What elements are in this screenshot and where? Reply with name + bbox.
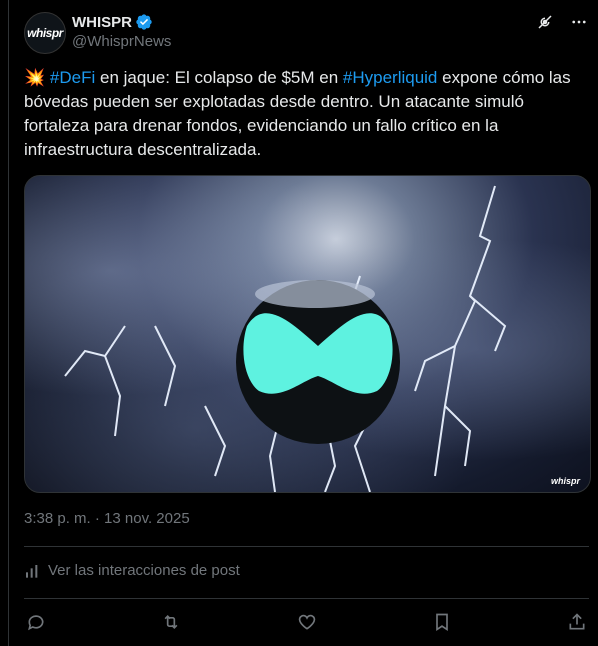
more-options-icon[interactable]	[569, 12, 589, 32]
top-actions	[535, 12, 589, 32]
lightning-illustration	[64, 185, 507, 492]
hashtag-defi-link[interactable]: #DeFi	[50, 68, 95, 87]
avatar-logo-text: whispr	[27, 26, 63, 40]
post-timestamp[interactable]: 3:38 p. m. · 13 nov. 2025	[24, 510, 190, 527]
image-watermark: whispr	[550, 476, 580, 486]
reply-icon[interactable]	[24, 610, 48, 634]
post-image[interactable]: whispr	[24, 175, 591, 493]
hashtag-hyperliquid-link[interactable]: #Hyperliquid	[343, 68, 438, 87]
author-name-row[interactable]: WHISPR	[72, 13, 153, 31]
divider	[24, 598, 589, 599]
like-icon[interactable]	[295, 610, 319, 634]
repost-icon[interactable]	[159, 610, 183, 634]
post-actions-bar	[24, 610, 589, 634]
view-interactions-link[interactable]: Ver las interacciones de post	[24, 562, 240, 579]
divider	[24, 546, 589, 547]
post-text-part1: en jaque: El colapso de $5M en	[95, 68, 343, 87]
avatar[interactable]: whispr	[24, 12, 66, 54]
grok-icon[interactable]	[535, 12, 555, 32]
author-name[interactable]: WHISPR	[72, 14, 132, 31]
verified-badge-icon	[136, 14, 152, 30]
share-icon[interactable]	[565, 610, 589, 634]
view-interactions-label: Ver las interacciones de post	[48, 562, 240, 579]
explosion-emoji: 💥	[24, 68, 46, 87]
post-card: whispr WHISPR @WhisprNews 💥 #DeFi en jaq…	[8, 0, 598, 646]
post-text: 💥 #DeFi en jaque: El colapso de $5M en #…	[24, 66, 589, 162]
bookmark-icon[interactable]	[430, 610, 454, 634]
author-handle[interactable]: @WhisprNews	[72, 33, 171, 50]
analytics-icon	[26, 564, 38, 578]
